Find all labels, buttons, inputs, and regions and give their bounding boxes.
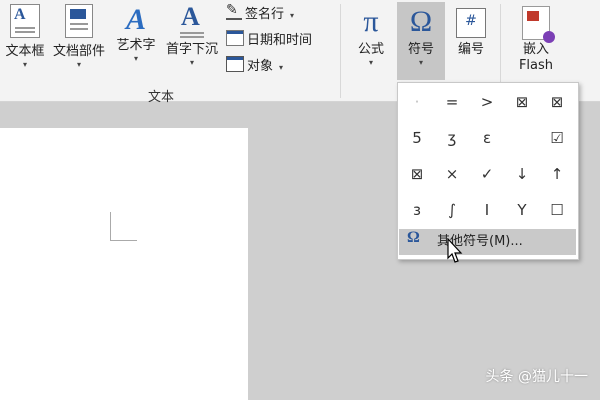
symbol-cell[interactable]: ∫ <box>435 193 469 227</box>
chevron-down-icon: ▾ <box>279 63 284 72</box>
margin-corner-mark <box>110 212 137 241</box>
symbol-label: 符号 <box>407 42 434 57</box>
dropcap-button[interactable]: 首字下沉 ▾ <box>162 2 222 68</box>
chevron-down-icon: ▾ <box>76 60 81 69</box>
signature-line-button[interactable]: 签名行 ▾ <box>226 0 295 24</box>
symbol-cell[interactable]: ⊠ <box>505 85 539 119</box>
symbol-cell[interactable]: = <box>435 85 469 119</box>
symbol-button[interactable]: Ω 符号 ▾ <box>397 2 445 80</box>
pi-icon: π <box>363 5 379 38</box>
symbol-cell[interactable]: > <box>470 85 504 119</box>
docparts-button[interactable]: 文档部件 ▾ <box>50 2 108 70</box>
symbol-dropdown: · = > ⊠ ⊠ 5̄ ʒ ε ☑ ⊠ × ✓ ↓ ↑ ɜ ∫ I Y ☐ Ω 其他符号(M)... <box>397 82 579 260</box>
embed-flash-button[interactable]: 嵌入 Flash <box>510 2 562 74</box>
group-separator <box>340 4 341 98</box>
symbol-cell[interactable]: ⊠ <box>540 85 574 119</box>
number-label: 编号 <box>457 42 484 57</box>
dropcap-icon <box>178 2 206 36</box>
textbox-label: 文本框 <box>5 44 45 59</box>
object-button[interactable]: 对象 ▾ <box>226 56 283 76</box>
object-icon <box>226 56 244 72</box>
omega-icon: Ω <box>407 229 420 246</box>
symbol-cell[interactable]: ε <box>470 121 504 155</box>
symbol-cell[interactable] <box>505 121 539 155</box>
chevron-down-icon: ▾ <box>418 58 423 67</box>
embed-flash-label-2: Flash <box>518 58 554 73</box>
chevron-down-icon: ▾ <box>189 58 194 67</box>
wordart-button[interactable]: A 艺术字 ▾ <box>112 2 160 64</box>
signature-label: 签名行 <box>245 7 285 22</box>
chevron-down-icon: ▾ <box>133 54 138 63</box>
document-page[interactable] <box>0 128 248 400</box>
chevron-down-icon: ▾ <box>290 11 295 20</box>
text-group-label: 文本 <box>148 90 175 105</box>
embed-flash-label-1: 嵌入 <box>522 42 549 57</box>
equation-button[interactable]: π 公式 ▾ <box>350 2 392 68</box>
textbox-icon <box>10 4 40 38</box>
chevron-down-icon: ▾ <box>22 60 27 69</box>
docparts-icon <box>65 4 93 38</box>
symbol-cell[interactable]: ⊠ <box>400 157 434 191</box>
number-button[interactable]: 编号 <box>448 2 494 58</box>
more-symbols-item[interactable]: Ω 其他符号(M)... <box>399 229 576 255</box>
docparts-label: 文档部件 <box>52 44 105 59</box>
symbol-cell[interactable]: ɜ <box>400 193 434 227</box>
symbol-cell[interactable]: × <box>435 157 469 191</box>
number-icon <box>456 8 486 38</box>
signature-icon <box>226 0 242 20</box>
omega-icon: Ω <box>409 5 433 38</box>
chevron-down-icon: ▾ <box>368 58 373 67</box>
symbol-cell[interactable]: Y <box>505 193 539 227</box>
symbol-cell[interactable]: 5̄ <box>400 121 434 155</box>
equation-label: 公式 <box>357 42 384 57</box>
mouse-cursor-icon <box>447 238 463 263</box>
calendar-icon <box>226 30 244 46</box>
wordart-icon: A <box>125 3 146 36</box>
symbol-cell[interactable]: I <box>470 193 504 227</box>
datetime-button[interactable]: 日期和时间 <box>226 30 312 50</box>
flash-icon <box>522 6 555 43</box>
symbol-cell[interactable]: ↓ <box>505 157 539 191</box>
symbol-cell[interactable]: ↑ <box>540 157 574 191</box>
symbol-cell[interactable]: ☐ <box>540 193 574 227</box>
symbol-cell[interactable]: · <box>400 85 434 119</box>
wordart-label: 艺术字 <box>116 38 156 53</box>
symbol-cell[interactable]: ʒ <box>435 121 469 155</box>
datetime-label: 日期和时间 <box>247 33 313 48</box>
object-label: 对象 <box>247 59 274 74</box>
symbol-cell[interactable]: ✓ <box>470 157 504 191</box>
watermark: 头条 @猫儿十一 <box>485 369 588 385</box>
dropcap-label: 首字下沉 <box>165 42 218 57</box>
textbox-button[interactable]: 文本框 ▾ <box>2 2 48 70</box>
symbol-cell[interactable]: ☑ <box>540 121 574 155</box>
